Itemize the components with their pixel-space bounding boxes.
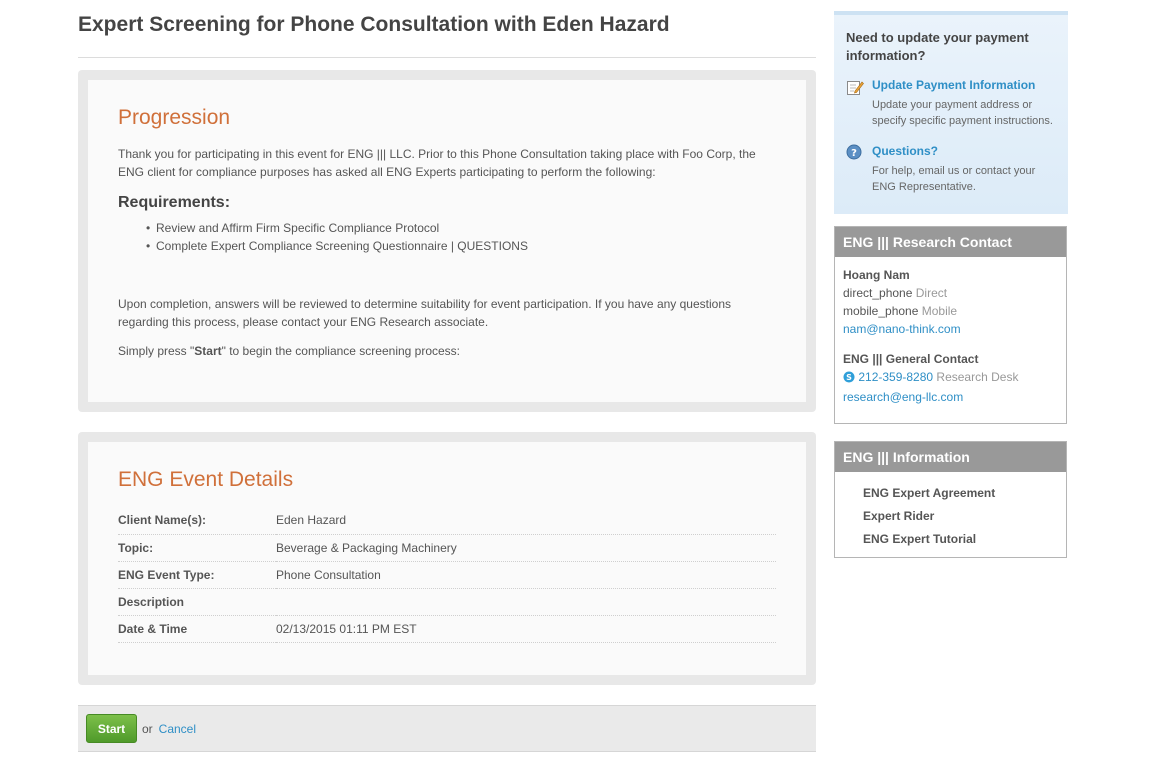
payment-info-box: Need to update your payment information?… <box>834 11 1068 214</box>
update-payment-desc: Update your payment address or specify s… <box>872 99 1053 127</box>
event-details-content: ENG Event Details Client Name(s): Eden H… <box>88 442 806 675</box>
mobile-phone-line: mobile_phone Mobile <box>843 302 1058 320</box>
general-phone-line: S 212-359-8280 Research Desk <box>843 368 1058 388</box>
progression-panel: Progression Thank you for participating … <box>78 70 816 412</box>
edit-document-icon <box>846 77 872 129</box>
general-email-link[interactable]: research@eng-llc.com <box>843 390 963 404</box>
page-title: Expert Screening for Phone Consultation … <box>78 13 670 36</box>
detail-label: Description <box>118 588 276 616</box>
detail-value: Eden Hazard <box>276 507 776 535</box>
detail-label: Client Name(s): <box>118 507 276 535</box>
mobile-phone: mobile_phone <box>843 304 919 318</box>
direct-label: Direct <box>915 286 948 300</box>
press-start-text: Simply press "Start" to begin the compli… <box>118 342 776 360</box>
detail-value: Beverage & Packaging Machinery <box>276 534 776 562</box>
table-row: ENG Event Type: Phone Consultation <box>118 561 776 589</box>
detail-value: 02/13/2015 01:11 PM EST <box>276 615 776 643</box>
direct-phone: direct_phone <box>843 286 913 300</box>
table-row: Topic: Beverage & Packaging Machinery <box>118 534 776 562</box>
requirements-heading: Requirements: <box>118 194 231 211</box>
press-suffix: " to begin the compliance screening proc… <box>221 344 461 358</box>
research-contact-box: ENG ||| Research Contact Hoang Nam direc… <box>834 226 1067 424</box>
skype-icon: S <box>843 370 855 388</box>
event-details-table: Client Name(s): Eden Hazard Topic: Bever… <box>118 507 776 643</box>
cancel-link[interactable]: Cancel <box>159 722 196 736</box>
information-box: ENG ||| Information ENG Expert Agreement… <box>834 441 1067 558</box>
event-details-panel: ENG Event Details Client Name(s): Eden H… <box>78 432 816 685</box>
detail-value: Phone Consultation <box>276 561 776 589</box>
action-bar: Start or Cancel <box>78 705 816 752</box>
info-link-expert-rider[interactable]: Expert Rider <box>863 505 1066 528</box>
title-divider <box>78 57 816 58</box>
research-contact-body: Hoang Nam direct_phone Direct mobile_pho… <box>835 257 1066 415</box>
svg-text:?: ? <box>851 148 857 159</box>
event-details-heading: ENG Event Details <box>118 468 294 491</box>
start-button[interactable]: Start <box>86 714 137 743</box>
contact-name: Hoang Nam <box>843 268 910 282</box>
general-phone-link[interactable]: 212-359-8280 <box>858 370 933 384</box>
progression-heading: Progression <box>118 106 231 129</box>
table-row: Client Name(s): Eden Hazard <box>118 507 776 535</box>
direct-phone-line: direct_phone Direct <box>843 284 1058 302</box>
questions-item: ? Questions? For help, email us or conta… <box>846 143 1056 195</box>
update-payment-link[interactable]: Update Payment Information <box>872 78 1035 92</box>
general-phone-label: Research Desk <box>936 370 1019 384</box>
or-text: or <box>142 721 153 736</box>
press-prefix: Simply press " <box>118 344 195 358</box>
questions-link[interactable]: Questions? <box>872 144 938 158</box>
detail-value <box>276 588 776 616</box>
detail-label: Topic: <box>118 534 276 562</box>
requirement-item: Review and Affirm Firm Specific Complian… <box>146 219 776 237</box>
detail-label: ENG Event Type: <box>118 561 276 589</box>
progression-content: Progression Thank you for participating … <box>88 80 806 402</box>
research-contact-heading: ENG ||| Research Contact <box>835 227 1066 257</box>
payment-box-title: Need to update your payment information? <box>846 30 1029 63</box>
completion-text: Upon completion, answers will be reviewe… <box>118 297 731 329</box>
contact-email-link[interactable]: nam@nano-think.com <box>843 322 961 336</box>
questions-desc: For help, email us or contact your ENG R… <box>872 165 1036 193</box>
help-icon: ? <box>846 143 872 195</box>
detail-label: Date & Time <box>118 615 276 643</box>
requirement-item: Complete Expert Compliance Screening Que… <box>146 237 776 255</box>
table-row: Description <box>118 588 776 616</box>
info-link-expert-agreement[interactable]: ENG Expert Agreement <box>863 482 1066 505</box>
svg-text:S: S <box>846 373 852 382</box>
table-row: Date & Time 02/13/2015 01:11 PM EST <box>118 615 776 643</box>
info-link-expert-tutorial[interactable]: ENG Expert Tutorial <box>863 528 1066 551</box>
mobile-label: Mobile <box>921 304 958 318</box>
information-heading: ENG ||| Information <box>835 442 1066 472</box>
general-contact-title: ENG ||| General Contact <box>843 352 979 366</box>
update-payment-item: Update Payment Information Update your p… <box>846 77 1056 129</box>
press-keyword: Start <box>194 344 222 358</box>
information-list: ENG Expert Agreement Expert Rider ENG Ex… <box>835 472 1066 551</box>
requirements-list: Review and Affirm Firm Specific Complian… <box>146 219 776 255</box>
progression-intro: Thank you for participating in this even… <box>118 147 756 179</box>
